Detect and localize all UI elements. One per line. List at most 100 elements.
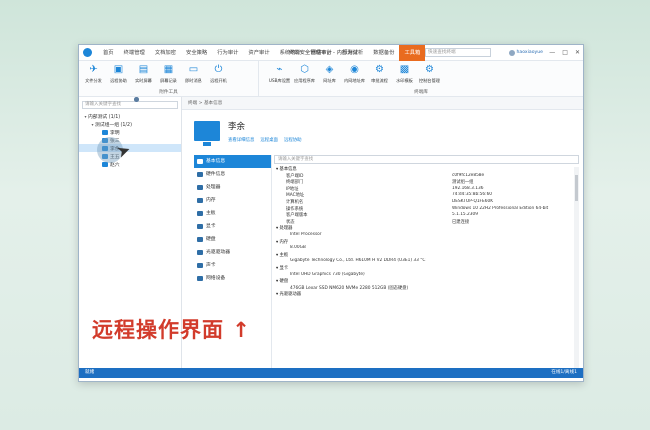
send-icon: ✈ (89, 64, 98, 75)
tool-button[interactable]: ▩ 水印模板 (392, 64, 417, 84)
info-key: 计算机名 (286, 199, 304, 205)
device-action-link[interactable]: 远程桌面 (260, 137, 278, 143)
tool-button[interactable]: ⚙ 审批流程 (367, 64, 392, 84)
info-section-header[interactable]: ▾ 主板 (272, 252, 579, 259)
tool-button[interactable]: ✈ 文件分发 (81, 64, 106, 84)
tool-label: 内网地址库 (344, 78, 365, 83)
tool-button[interactable]: ▭ 即时消息 (181, 64, 206, 84)
tree-node[interactable]: 赵六 (79, 160, 181, 168)
tree-node[interactable]: ▾ 测试组一组 (1/2) (79, 97, 181, 128)
category-item[interactable]: 声卡 (194, 259, 271, 272)
tree-filter-input[interactable]: 请输入关键字查找 (82, 101, 178, 109)
info-key: ▾ 光驱驱动器 (276, 292, 302, 298)
menu-item[interactable]: 安全策略 (181, 45, 212, 61)
tool-button[interactable]: ⌁ USB库设置 (267, 64, 292, 84)
category-item[interactable]: 内存 (194, 194, 271, 207)
menu-item[interactable]: 文档加密 (150, 45, 181, 61)
maximize-icon[interactable]: □ (562, 45, 568, 61)
tree-node-label: 测试组一组 (1/2) (95, 122, 132, 128)
category-item[interactable]: 光驱驱动器 (194, 246, 271, 259)
menu-item[interactable]: 行为审计 (212, 45, 243, 61)
tool-button[interactable]: ▤ 实时屏幕 (131, 64, 156, 84)
tree-node[interactable]: ▾ 内部测试 (1/1) (79, 97, 181, 120)
overlay-caption: 远程操作界面 ↑ (92, 314, 251, 344)
device-action-link[interactable]: 远程协助 (284, 137, 302, 143)
info-value: 192.168.3.136 (452, 185, 484, 191)
user-menu[interactable]: haoxiaoyue (508, 45, 543, 61)
info-value (452, 258, 579, 265)
category-item[interactable]: 硬件信息 (194, 168, 271, 181)
info-key: MAC地址 (286, 193, 305, 199)
category-item[interactable]: 网络设备 (194, 272, 271, 285)
tool-button[interactable]: ⬡ 应用程序库 (292, 64, 317, 84)
vertical-scrollbar[interactable] (574, 167, 579, 368)
info-row: 客户端版本 5.1.15.2309 (272, 212, 579, 219)
info-value (452, 291, 579, 298)
info-key: IP地址 (286, 186, 299, 192)
menu-item[interactable]: 资产审计 (243, 45, 274, 61)
category-item[interactable]: 主板 (194, 207, 271, 220)
info-search-input[interactable]: 请输入关键字查找 (274, 155, 579, 164)
device-header: 李余 查看详细信息 远程桌面 远程协助 (182, 110, 583, 152)
menu-item[interactable]: 终端管理 (119, 45, 150, 61)
category-item[interactable]: 处理器 (194, 181, 271, 194)
power-icon: ⏻ (214, 64, 223, 75)
info-value: DESKTOP-Q1FE60K (452, 198, 494, 204)
tool-button[interactable]: ◉ 内网地址库 (342, 64, 367, 84)
tree-node[interactable]: 李明 (79, 128, 181, 136)
menu-item[interactable]: 数据备份 (368, 45, 399, 61)
info-row: 计算机名 DESKTOP-Q1FE60K (272, 199, 579, 206)
category-item[interactable]: 显卡 (194, 220, 271, 233)
info-value: Windows 10 22H2 Professional Edition 64-… (452, 205, 549, 211)
info-key: ▾ 处理器 (276, 226, 293, 232)
category-label: 网络设备 (206, 276, 226, 281)
info-key: 终端部门 (286, 180, 304, 186)
tool-button[interactable]: ▣ 远程协助 (106, 64, 131, 84)
info-section-header[interactable]: ▾ 光驱驱动器 (272, 291, 579, 298)
minimize-icon[interactable]: — (549, 45, 555, 61)
category-icon (197, 237, 203, 242)
app-title: 终端安全管理平台 - 内部测试 (289, 50, 358, 56)
info-key: ▾ 内存 (276, 239, 289, 245)
category-item[interactable]: 硬盘 (194, 233, 271, 246)
info-section-header[interactable]: ▾ 显卡 (272, 265, 579, 272)
info-key: 操作系统 (286, 206, 304, 212)
device-action-link[interactable]: 查看详细信息 (228, 137, 254, 143)
title-bar: 首页 终端管理 文档加密 安全策略 行为审计 资产审计 系统统计 网络审计 行为分析 数据备份 工具… (79, 45, 583, 61)
info-value: c0f9fc12e858e (452, 172, 485, 178)
ip-icon: ◉ (350, 64, 359, 75)
info-rows: ▾ 基本信息 客户端ID c0f9fc12e858e 终端部门 测试组一组 IP地址 192… (272, 166, 579, 298)
info-table: 请输入关键字查找 ▾ 基本信息 客户端ID c0f9fc12e858e 终端部门 测试组… (272, 155, 579, 368)
info-section-header[interactable]: ▾ 硬盘 (272, 278, 579, 285)
category-label: 基本信息 (206, 159, 226, 164)
settings-icon: ⚙ (425, 64, 434, 75)
category-item[interactable]: 基本信息 (194, 155, 271, 168)
info-value (452, 278, 579, 285)
info-row: MAC地址 74:d4:35:8b:56:60 (272, 192, 579, 199)
tool-button[interactable]: ◈ 网址库 (317, 64, 342, 84)
info-key: 客户端ID (286, 173, 304, 179)
main-menu: 首页 终端管理 文档加密 安全策略 行为审计 资产审计 系统统计 网络审计 行为分析 数据备份 工具… (98, 45, 457, 61)
info-key: ▾ 显卡 (276, 265, 289, 271)
tool-button[interactable]: ⚙ 控制台管理 (417, 64, 442, 84)
info-section-header[interactable]: ▾ 基本信息 (272, 166, 579, 173)
close-icon[interactable]: ✕ (575, 45, 580, 61)
info-value: 已建连接 (452, 219, 470, 225)
tool-label: 审批流程 (371, 78, 388, 83)
terminal-icon: ▦ (163, 64, 174, 75)
category-icon (197, 263, 203, 268)
tool-label: 远程协助 (110, 78, 127, 83)
quick-search-input[interactable]: 快速查找终端 (425, 48, 491, 57)
scrollbar-thumb[interactable] (575, 175, 578, 201)
info-section-header[interactable]: ▾ 处理器 (272, 225, 579, 232)
info-section-header[interactable]: ▾ 内存 (272, 239, 579, 246)
tree-node[interactable]: 张三 (79, 136, 181, 144)
menu-item[interactable]: 工具箱 (399, 45, 426, 61)
info-key: 状态 (286, 219, 295, 225)
info-value (452, 232, 579, 239)
menu-item[interactable]: 首页 (98, 45, 119, 61)
tool-label: 即时消息 (185, 78, 202, 83)
tool-button[interactable]: ⏻ 远程开机 (206, 64, 231, 84)
tool-button[interactable]: ▦ 屏幕记录 (156, 64, 181, 84)
category-icon (197, 211, 203, 216)
